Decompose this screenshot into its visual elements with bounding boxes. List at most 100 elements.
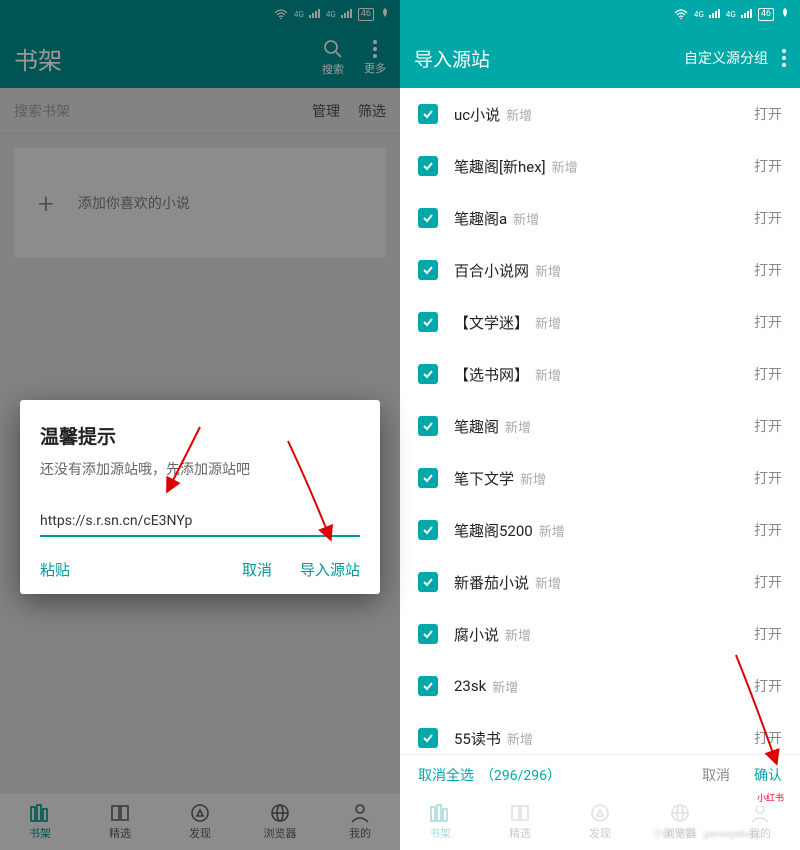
checkbox-checked-icon[interactable] <box>418 416 438 436</box>
xhs-logo: 小红书 <box>751 789 790 806</box>
shelf-icon <box>429 803 451 823</box>
open-button[interactable]: 打开 <box>754 728 782 748</box>
bottom-nav: 书架 精选 发现 浏览器 我的 <box>0 794 400 850</box>
source-list[interactable]: uc小说新增打开笔趣阁[新hex]新增打开笔趣阁a新增打开百合小说网新增打开【文… <box>400 88 800 754</box>
source-item[interactable]: 笔趣阁[新hex] 新增 打开 <box>400 140 800 192</box>
search-button[interactable]: 搜索 <box>322 39 344 77</box>
signal-icon: 4G <box>294 9 320 19</box>
open-button[interactable]: 打开 <box>754 104 782 124</box>
source-name: 【选书网】 <box>454 364 529 385</box>
open-button[interactable]: 打开 <box>754 208 782 228</box>
cancel-button[interactable]: 取消 <box>242 559 272 580</box>
source-item[interactable]: uc小说新增打开 <box>400 88 800 140</box>
import-title: 导入源站 <box>414 45 490 72</box>
signal-icon: 4G <box>694 9 720 19</box>
open-button[interactable]: 打开 <box>754 468 782 488</box>
checkbox-checked-icon[interactable] <box>418 312 438 332</box>
person-icon <box>349 803 371 823</box>
globe-icon <box>269 803 291 823</box>
checkbox-checked-icon[interactable] <box>418 104 438 124</box>
open-button[interactable]: 打开 <box>754 624 782 644</box>
source-tag: 新增 <box>552 157 578 176</box>
custom-group-button[interactable]: 自定义源分组 <box>684 48 768 68</box>
source-item[interactable]: 55读书新增打开 <box>400 712 800 754</box>
more-icon[interactable] <box>782 49 786 67</box>
open-button[interactable]: 打开 <box>754 312 782 332</box>
compass-icon <box>189 803 211 823</box>
nav-shelf[interactable]: 书架 <box>0 794 80 850</box>
source-item[interactable]: 笔趣阁a新增打开 <box>400 192 800 244</box>
source-item[interactable]: 腐小说新增打开 <box>400 608 800 660</box>
selection-toolbar: 取消全选 （296/296） 取消 确认 <box>400 754 800 794</box>
source-tag: 新增 <box>535 313 561 332</box>
paste-button[interactable]: 粘贴 <box>40 559 70 580</box>
battery-indicator: 46 <box>358 8 374 21</box>
source-name: 百合小说网 <box>454 260 529 281</box>
app-header: 书架 搜索 更多 <box>0 28 400 88</box>
checkbox-checked-icon[interactable] <box>418 468 438 488</box>
more-icon <box>373 40 377 58</box>
source-url-input[interactable] <box>40 509 360 537</box>
nav-featured[interactable]: 精选 <box>480 794 560 850</box>
source-tag: 新增 <box>520 469 546 488</box>
deselect-all-button[interactable]: 取消全选 <box>418 765 474 785</box>
checkbox-checked-icon[interactable] <box>418 572 438 592</box>
nav-mine[interactable]: 我的 <box>320 794 400 850</box>
open-button[interactable]: 打开 <box>754 364 782 384</box>
source-item[interactable]: 【文学迷】新增 打开 <box>400 296 800 348</box>
open-button[interactable]: 打开 <box>754 572 782 592</box>
nav-browser[interactable]: 浏览器 <box>240 794 320 850</box>
open-button[interactable]: 打开 <box>754 416 782 436</box>
selection-count: （296/296） <box>480 765 561 785</box>
source-item[interactable]: 新番茄小说新增打开 <box>400 556 800 608</box>
wifi-icon <box>674 9 688 20</box>
more-button[interactable]: 更多 <box>364 40 386 76</box>
open-button[interactable]: 打开 <box>754 676 782 696</box>
checkbox-checked-icon[interactable] <box>418 260 438 280</box>
checkbox-checked-icon[interactable] <box>418 624 438 644</box>
checkbox-checked-icon[interactable] <box>418 676 438 696</box>
nav-discover[interactable]: 发现 <box>160 794 240 850</box>
toolbar-cancel-button[interactable]: 取消 <box>702 765 730 785</box>
source-item[interactable]: 百合小说网新增 打开 <box>400 244 800 296</box>
source-item[interactable]: 23sk新增打开 <box>400 660 800 712</box>
source-item[interactable]: 【选书网】新增打开 <box>400 348 800 400</box>
toolbar-confirm-button[interactable]: 确认 <box>754 765 782 785</box>
import-button[interactable]: 导入源站 <box>300 559 360 580</box>
nav-shelf[interactable]: 书架 <box>400 794 480 850</box>
nav-featured[interactable]: 精选 <box>80 794 160 850</box>
leaf-icon <box>780 8 790 21</box>
nav-discover[interactable]: 发现 <box>560 794 640 850</box>
status-bar: 4G 4G 46 <box>400 0 800 28</box>
open-button[interactable]: 打开 <box>754 260 782 280</box>
checkbox-checked-icon[interactable] <box>418 156 438 176</box>
checkbox-checked-icon[interactable] <box>418 520 438 540</box>
import-source-dialog: 温馨提示 还没有添加源站哦，先添加源站吧 粘贴 取消 导入源站 <box>20 400 380 594</box>
status-bar: 4G 4G 46 <box>0 0 400 28</box>
checkbox-checked-icon[interactable] <box>418 208 438 228</box>
signal-icon-2: 4G <box>726 9 752 19</box>
source-item[interactable]: 笔下文学新增打开 <box>400 452 800 504</box>
wifi-icon <box>274 9 288 20</box>
signal-icon-2: 4G <box>326 9 352 19</box>
source-tag: 新增 <box>535 261 561 280</box>
open-button[interactable]: 打开 <box>754 156 782 176</box>
source-item[interactable]: 笔趣阁5200新增打开 <box>400 504 800 556</box>
book-icon <box>509 803 531 823</box>
source-tag: 新增 <box>505 417 531 436</box>
source-name: 笔趣阁[新hex] <box>454 156 546 177</box>
source-name: 【文学迷】 <box>454 312 529 333</box>
leaf-icon <box>380 8 390 21</box>
nav-browser[interactable]: 浏览器 <box>640 794 720 850</box>
source-item[interactable]: 笔趣阁新增打开 <box>400 400 800 452</box>
source-tag: 新增 <box>513 209 539 228</box>
person-icon <box>749 803 771 823</box>
checkbox-checked-icon[interactable] <box>418 728 438 748</box>
checkbox-checked-icon[interactable] <box>418 364 438 384</box>
source-name: 笔趣阁5200 <box>454 520 533 541</box>
source-name: 腐小说 <box>454 624 499 645</box>
battery-indicator: 46 <box>758 8 774 21</box>
search-icon <box>323 39 343 59</box>
source-name: uc小说 <box>454 104 500 125</box>
open-button[interactable]: 打开 <box>754 520 782 540</box>
